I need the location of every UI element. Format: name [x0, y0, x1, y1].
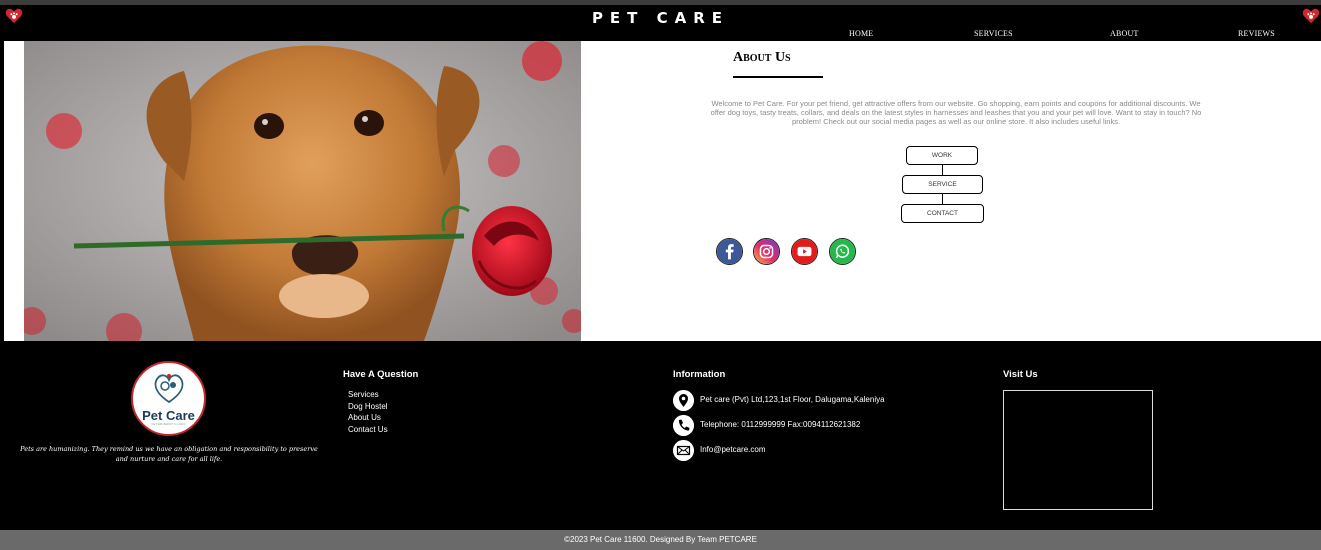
whatsapp-icon[interactable]: [829, 238, 856, 265]
mail-icon: [673, 440, 694, 461]
left-gutter: [0, 41, 4, 341]
site-footer: Pet Care VETERINARY CLINIC Pets are huma…: [0, 341, 1321, 530]
about-description: Welcome to Pet Care. For your pet friend…: [710, 99, 1202, 126]
brand-title: PET CARE: [591, 9, 730, 27]
youtube-icon[interactable]: [791, 238, 818, 265]
question-heading: Have A Question: [343, 369, 419, 380]
footer-link-contact-us[interactable]: Contact Us: [348, 424, 388, 436]
facebook-icon[interactable]: [716, 238, 743, 265]
nav-reviews[interactable]: REVIEWS: [1238, 29, 1275, 38]
footer-link-dog-hostel[interactable]: Dog Hostel: [348, 401, 388, 413]
heart-paw-icon: [1302, 8, 1320, 24]
footer-link-services[interactable]: Services: [348, 389, 388, 401]
nav-home[interactable]: HOME: [849, 29, 873, 38]
visit-heading: Visit Us: [1003, 369, 1038, 380]
phone-text: Telephone: 0112999999 Fax:0094112621382: [700, 420, 861, 429]
pet-logo-icon: [154, 374, 184, 404]
location-pin-icon: [673, 390, 694, 411]
footer-link-about-us[interactable]: About Us: [348, 412, 388, 424]
nav-services[interactable]: SERVICES: [974, 29, 1013, 38]
work-button[interactable]: WORK: [906, 146, 978, 165]
email-text[interactable]: Info@petcare.com: [700, 445, 765, 454]
service-button[interactable]: SERVICE: [902, 175, 983, 194]
copyright-bar: ©2023 Pet Care 11600. Designed By Team P…: [0, 530, 1321, 550]
footer-logo: Pet Care VETERINARY CLINIC: [131, 361, 206, 436]
map-embed[interactable]: [1003, 390, 1153, 510]
contact-button[interactable]: CONTACT: [901, 204, 984, 223]
about-title: About Us: [733, 50, 791, 65]
information-heading: Information: [673, 369, 726, 380]
logo-text: Pet Care: [142, 408, 195, 423]
footer-quote: Pets are humanizing. They remind us we h…: [20, 445, 318, 463]
nav-about[interactable]: ABOUT: [1110, 29, 1139, 38]
question-links: Services Dog Hostel About Us Contact Us: [348, 389, 388, 435]
instagram-icon[interactable]: [753, 238, 780, 265]
logo-subtext: VETERINARY CLINIC: [151, 422, 186, 426]
address-text: Pet care (Pvt) Ltd,123,1st Floor, Daluga…: [700, 395, 885, 404]
site-header: PET CARE HOME SERVICES ABOUT REVIEWS: [0, 5, 1321, 41]
about-underline: [733, 76, 823, 78]
phone-icon: [673, 415, 694, 436]
hero-dog-image: [24, 41, 581, 341]
